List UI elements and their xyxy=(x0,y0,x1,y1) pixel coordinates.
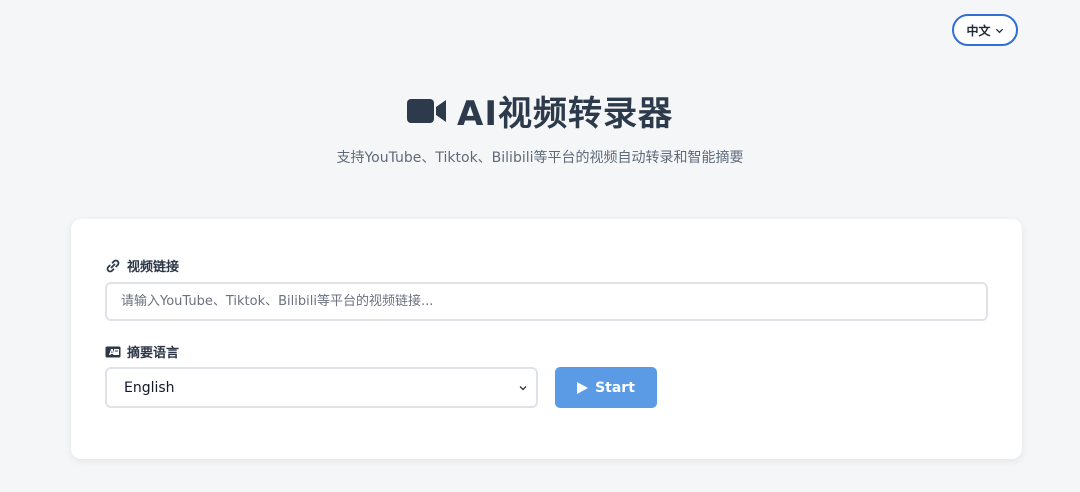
page-title: AI视频转录器 xyxy=(457,94,673,134)
page-subtitle: 支持YouTube、Tiktok、Bilibili等平台的视频自动转录和智能摘要 xyxy=(336,150,744,166)
video-url-input[interactable] xyxy=(105,282,988,321)
page-header: AI视频转录器 xyxy=(0,86,1080,135)
start-button[interactable]: Start xyxy=(555,367,657,408)
summary-language-select[interactable]: English xyxy=(105,367,538,408)
video-camera-icon xyxy=(407,98,447,123)
start-button-label: Start xyxy=(595,379,635,396)
summary-language-label: 摘要语言 xyxy=(127,346,180,361)
chevron-down-icon xyxy=(995,28,1003,33)
language-switcher-button[interactable]: 中文 xyxy=(952,14,1018,46)
chevron-down-icon xyxy=(519,385,527,390)
video-url-label: 视频链接 xyxy=(127,260,180,275)
link-icon xyxy=(106,259,120,272)
video-url-label-row: 视频链接 xyxy=(105,256,179,275)
transcribe-form-card: 视频链接 A 摘要语言 English Start xyxy=(71,219,1022,459)
summary-language-selected: English xyxy=(124,379,175,396)
play-icon xyxy=(577,381,589,394)
translate-icon: A xyxy=(105,346,121,357)
summary-language-label-row: A 摘要语言 xyxy=(105,342,179,361)
language-switcher-label: 中文 xyxy=(966,23,991,38)
